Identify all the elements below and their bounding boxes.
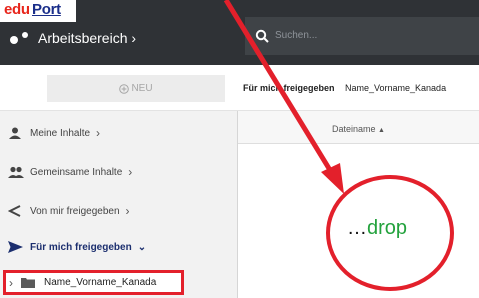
annotation-overlay <box>223 0 454 291</box>
drop-annotation-text: …drop <box>347 217 407 240</box>
annotation-arrow-head <box>321 163 344 194</box>
annotation-arrow-line <box>223 0 336 177</box>
annotation-ellipsis: … <box>347 217 367 239</box>
annotation-drop-word: drop <box>367 217 408 239</box>
